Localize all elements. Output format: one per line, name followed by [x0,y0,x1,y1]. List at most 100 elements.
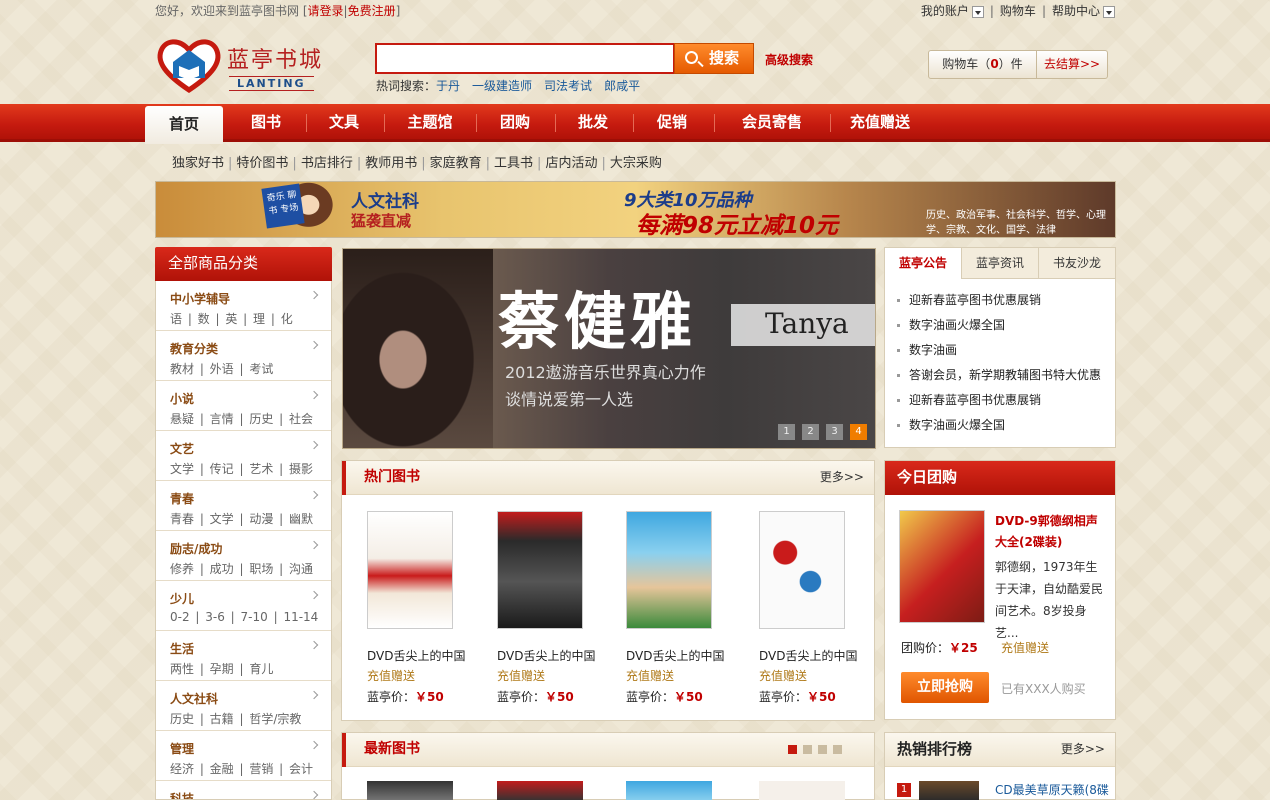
subnav-item[interactable]: 独家好书 [172,156,224,171]
nav-promotion[interactable]: 促销 [635,104,709,142]
category-item[interactable]: 科技 [156,781,331,799]
notice-item[interactable]: 数字油画火爆全国 [897,413,1115,438]
tab-news[interactable]: 蓝亭资讯 [961,248,1038,278]
nav-member-consign[interactable]: 会员寄售 [716,104,828,142]
category-item[interactable]: 管理经济 | 金融 | 营销 | 会计 [156,731,331,781]
category-subs[interactable]: 悬疑 | 言情 | 历史 | 社会 [170,410,331,427]
chevron-down-icon[interactable] [971,5,984,18]
category-subs[interactable]: 教材 | 外语 | 考试 [170,360,331,377]
category-title[interactable]: 小说 [170,390,331,407]
book-card[interactable]: DVD舌尖上的中国 充值赠送 蓝亭价：￥50 [759,511,869,705]
notice-item[interactable]: 迎新春蓝亭图书优惠展销 [897,388,1115,413]
category-title[interactable]: 励志/成功 [170,540,331,557]
book-cover[interactable] [626,511,712,629]
hot-books-more-link[interactable]: 更多>> [820,461,864,494]
category-item[interactable]: 励志/成功修养 | 成功 | 职场 | 沟通 [156,531,331,581]
cart-count-button[interactable]: 购物车（0）件 [929,51,1037,78]
search-button[interactable]: 搜索 [674,43,754,74]
book-cover[interactable] [367,781,453,800]
category-item[interactable]: 少儿 0-2 | 3-6 | 7-10 | 11-14 [156,581,331,631]
slide-dot[interactable]: 3 [826,424,843,440]
category-title[interactable]: 文艺 [170,440,331,457]
book-cover[interactable] [497,511,583,629]
slide-dot[interactable]: 2 [802,424,819,440]
rank-thumb[interactable] [919,781,979,800]
category-subs[interactable]: 文学 | 传记 | 艺术 | 摄影 [170,460,331,477]
category-item[interactable]: 青春青春 | 文学 | 动漫 | 幽默 [156,481,331,531]
login-link[interactable]: 请登录 [308,4,344,18]
notice-item[interactable]: 数字油画火爆全国 [897,313,1115,338]
hot-word[interactable]: 司法考试 [544,79,592,93]
category-item[interactable]: 教育分类教材 | 外语 | 考试 [156,331,331,381]
category-item[interactable]: 中小学辅导语 | 数 | 英 | 理 | 化 [156,281,331,331]
subnav-item[interactable]: 店内活动 [545,156,597,171]
my-account-menu[interactable]: 我的账户 [921,0,984,22]
tab-announcements[interactable]: 蓝亭公告 [885,248,961,280]
hero-slideshow[interactable]: 蔡健雅 Tanya 2012遨游音乐世界真心力作 谈情说爱第一人选 1 2 3 … [342,248,876,449]
book-cover[interactable] [367,511,453,629]
subnav-item[interactable]: 书店排行 [301,156,353,171]
pager-dot-active[interactable] [788,745,797,754]
notice-item[interactable]: 答谢会员，新学期教辅图书特大优惠 [897,363,1115,388]
book-name[interactable]: DVD舌尖上的中国 [497,647,607,664]
notice-item[interactable]: 迎新春蓝亭图书优惠展销 [897,288,1115,313]
book-cover[interactable] [626,781,712,800]
nav-stationery[interactable]: 文具 [308,104,380,142]
notice-item[interactable]: 数字油画 [897,338,1115,363]
nav-theme[interactable]: 主题馆 [386,104,474,142]
nav-recharge-gift[interactable]: 充值赠送 [832,104,928,142]
category-title[interactable]: 科技 [170,790,331,799]
book-name[interactable]: DVD舌尖上的中国 [626,647,736,664]
pager-dot[interactable] [803,745,812,754]
search-input[interactable] [375,43,675,74]
hot-word[interactable]: 郎咸平 [604,79,640,93]
book-card[interactable]: DVD舌尖上的中国 充值赠送 蓝亭价：￥50 [497,511,607,705]
category-subs[interactable]: 两性 | 孕期 | 育儿 [170,660,331,677]
category-subs[interactable]: 语 | 数 | 英 | 理 | 化 [170,310,331,327]
advanced-search-link[interactable]: 高级搜索 [765,51,813,68]
site-logo[interactable]: 蓝亭书城 LANTING [155,36,340,94]
category-title[interactable]: 青春 [170,490,331,507]
register-link[interactable]: 免费注册 [348,4,396,18]
category-title[interactable]: 管理 [170,740,331,757]
help-center-menu[interactable]: 帮助中心 [1052,0,1115,22]
book-cover[interactable] [497,781,583,800]
tab-salon[interactable]: 书友沙龙 [1038,248,1115,278]
book-cover[interactable] [759,781,845,800]
nav-group-buy[interactable]: 团购 [478,104,552,142]
rank-item-title[interactable]: CD最美草原天籁(8碟 [995,781,1109,798]
category-subs[interactable]: 修养 | 成功 | 职场 | 沟通 [170,560,331,577]
buy-now-button[interactable]: 立即抢购 [901,672,989,703]
bestseller-more-link[interactable]: 更多>> [1061,733,1105,766]
category-item[interactable]: 文艺文学 | 传记 | 艺术 | 摄影 [156,431,331,481]
chevron-down-icon[interactable] [1103,5,1115,18]
book-name[interactable]: DVD舌尖上的中国 [759,647,869,664]
category-subs[interactable]: 0-2 | 3-6 | 7-10 | 11-14 [170,610,331,624]
book-cover[interactable] [759,511,845,629]
category-item[interactable]: 人文社科 历史 | 古籍 | 哲学/宗教 [156,681,331,731]
subnav-item[interactable]: 工具书 [494,156,533,171]
subnav-item[interactable]: 特价图书 [236,156,288,171]
category-title[interactable]: 教育分类 [170,340,331,357]
book-name[interactable]: DVD舌尖上的中国 [367,647,477,664]
hot-word[interactable]: 一级建造师 [472,79,532,93]
category-item[interactable]: 小说悬疑 | 言情 | 历史 | 社会 [156,381,331,431]
subnav-item[interactable]: 教师用书 [365,156,417,171]
top-cart-link[interactable]: 购物车 [1000,0,1036,22]
category-title[interactable]: 人文社科 [170,690,331,707]
nav-home[interactable]: 首页 [145,106,223,144]
group-buy-title[interactable]: DVD-9郭德纲相声大全(2碟装) [995,511,1107,553]
nav-wholesale[interactable]: 批发 [557,104,629,142]
subnav-item[interactable]: 家庭教育 [430,156,482,171]
pager-dot[interactable] [818,745,827,754]
book-card[interactable]: DVD舌尖上的中国 充值赠送 蓝亭价：￥50 [367,511,477,705]
hot-word[interactable]: 于丹 [436,79,460,93]
book-card[interactable]: DVD舌尖上的中国 充值赠送 蓝亭价：￥50 [626,511,736,705]
category-subs[interactable]: 经济 | 金融 | 营销 | 会计 [170,760,331,777]
checkout-button[interactable]: 去结算>> [1037,51,1107,78]
subnav-item[interactable]: 大宗采购 [610,156,662,171]
promo-banner[interactable]: 奇乐 聊书 专场 人文社科 猛袭直减 9大类10万品种 每满98元立减10元 历… [155,181,1116,238]
category-subs[interactable]: 青春 | 文学 | 动漫 | 幽默 [170,510,331,527]
category-title[interactable]: 少儿 [170,590,331,607]
group-buy-product-image[interactable] [899,510,985,623]
